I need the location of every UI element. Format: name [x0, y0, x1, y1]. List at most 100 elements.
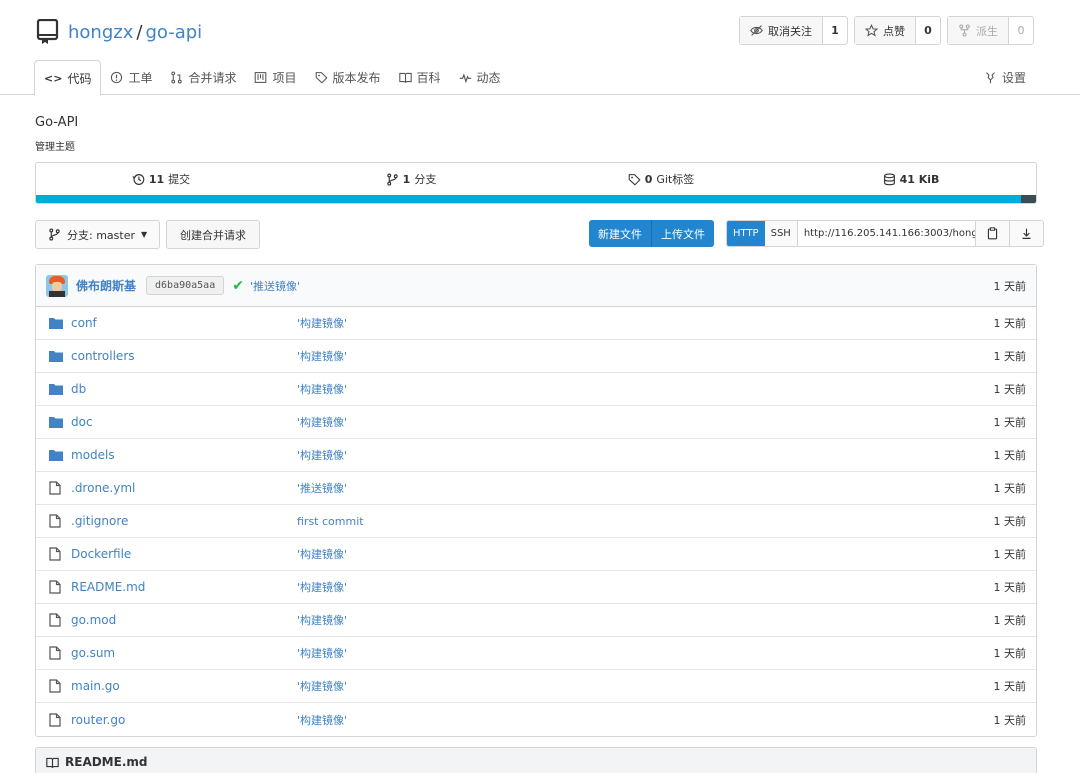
manage-topics-link[interactable]: 管理主题 — [35, 138, 75, 153]
tab-pull-requests[interactable]: 合并请求 — [161, 60, 245, 95]
tab-wiki[interactable]: 百科 — [390, 60, 450, 95]
folder-icon — [49, 382, 63, 396]
file-commit-message-link[interactable]: '构建镜像' — [297, 315, 347, 331]
tab-projects-label: 项目 — [272, 71, 297, 85]
code-icon: <> — [44, 71, 63, 85]
book-icon — [46, 757, 59, 768]
tab-issues[interactable]: 工单 — [101, 60, 161, 95]
repo-header: hongzx / go-api 取消关注 1 点赞 0 派生 0 <> 代码 工… — [0, 0, 1080, 96]
repo-size: 41 KiB — [899, 172, 940, 186]
caret-down-icon: ▼ — [141, 230, 148, 239]
language-dockerfile-segment[interactable] — [1021, 195, 1036, 203]
commit-author-link[interactable]: 佛布朗斯基 — [76, 277, 136, 294]
file-age: 1 天前 — [993, 482, 1027, 495]
file-name-link[interactable]: router.go — [71, 713, 297, 727]
file-name-link[interactable]: .gitignore — [71, 514, 297, 528]
file-commit-message-link[interactable]: '构建镜像' — [297, 645, 347, 661]
file-name-link[interactable]: go.sum — [71, 646, 297, 660]
file-age: 1 天前 — [993, 515, 1027, 528]
ssh-clone-button[interactable]: SSH — [764, 221, 798, 246]
upload-file-button[interactable]: 上传文件 — [651, 220, 714, 247]
tab-releases[interactable]: 版本发布 — [306, 60, 390, 95]
file-icon — [49, 547, 63, 561]
tab-activity[interactable]: 动态 — [450, 60, 510, 95]
tools-icon — [986, 72, 995, 84]
file-commit-message-link[interactable]: '构建镜像' — [297, 579, 347, 595]
file-name-link[interactable]: conf — [71, 316, 297, 330]
file-row: .gitignore first commit 1 天前 — [36, 505, 1036, 538]
file-icon — [49, 481, 63, 495]
branch-dropdown[interactable]: 分支: master ▼ — [35, 220, 161, 249]
file-commit-message-link[interactable]: '构建镜像' — [297, 348, 347, 364]
new-file-button[interactable]: 新建文件 — [589, 220, 651, 247]
file-commit-message-link[interactable]: '构建镜像' — [297, 678, 347, 694]
commit-sha-button[interactable]: d6ba90a5aa — [146, 276, 225, 295]
file-age: 1 天前 — [993, 548, 1027, 561]
file-commit-message-link[interactable]: '构建镜像' — [297, 414, 347, 430]
file-name-link[interactable]: .drone.yml — [71, 481, 297, 495]
commits-count: 11 — [148, 172, 165, 186]
repo-owner-link[interactable]: hongzx — [68, 22, 133, 43]
tab-activity-label: 动态 — [476, 71, 501, 85]
star-count[interactable]: 0 — [916, 17, 940, 44]
file-row: go.sum '构建镜像' 1 天前 — [36, 637, 1036, 670]
avatar[interactable] — [46, 274, 68, 297]
new-pull-request-button[interactable]: 创建合并请求 — [166, 220, 260, 249]
file-commit-message-link[interactable]: '构建镜像' — [297, 546, 347, 562]
clipboard-icon — [987, 227, 997, 240]
commit-message-link[interactable]: '推送镜像' — [250, 278, 300, 294]
file-name-link[interactable]: doc — [71, 415, 297, 429]
file-commit-message-link[interactable]: '推送镜像' — [297, 480, 347, 496]
file-name-link[interactable]: controllers — [71, 349, 297, 363]
file-commit-message-link[interactable]: first commit — [297, 515, 364, 528]
file-name-link[interactable]: go.mod — [71, 613, 297, 627]
branches-label: 分支 — [414, 173, 437, 186]
download-icon — [1022, 228, 1031, 239]
file-age: 1 天前 — [993, 317, 1027, 330]
file-name-link[interactable]: README.md — [71, 580, 297, 594]
http-clone-button[interactable]: HTTP — [727, 221, 765, 246]
watch-button[interactable]: 取消关注 1 — [739, 16, 848, 45]
branch-icon — [49, 228, 60, 241]
tab-wiki-label: 百科 — [416, 71, 441, 85]
folder-icon — [49, 316, 63, 330]
file-table: 佛布朗斯基 d6ba90a5aa ✔ '推送镜像' 1 天前 conf '构建镜像… — [35, 264, 1037, 737]
repo-stats: 11 提交 1 分支 0 Git标签 41 KiB — [35, 162, 1037, 204]
language-go-segment[interactable] — [36, 195, 1021, 203]
file-name-link[interactable]: db — [71, 382, 297, 396]
tab-projects[interactable]: 项目 — [245, 60, 305, 95]
file-row: main.go '构建镜像' 1 天前 — [36, 670, 1036, 703]
file-name-link[interactable]: models — [71, 448, 297, 462]
branches-stat[interactable]: 1 分支 — [286, 171, 536, 187]
file-buttons: 新建文件 上传文件 — [589, 220, 714, 247]
star-icon — [865, 24, 878, 37]
clone-url-input[interactable]: http://116.205.141.166:3003/hongzx/go-ap… — [798, 221, 975, 246]
watch-count[interactable]: 1 — [823, 17, 847, 44]
tab-settings[interactable]: 设置 — [984, 60, 1026, 95]
file-row: controllers '构建镜像' 1 天前 — [36, 340, 1036, 373]
repo-name-link[interactable]: go-api — [145, 22, 202, 43]
issue-icon — [111, 71, 123, 84]
file-name-link[interactable]: Dockerfile — [71, 547, 297, 561]
commits-label: 提交 — [168, 173, 191, 186]
repo-title: hongzx / go-api — [36, 18, 202, 46]
star-button[interactable]: 点赞 0 — [854, 16, 941, 45]
fork-count[interactable]: 0 — [1009, 17, 1033, 44]
file-name-link[interactable]: main.go — [71, 679, 297, 693]
tag-icon — [628, 173, 641, 186]
fork-button[interactable]: 派生 0 — [947, 16, 1034, 45]
tags-count: 0 — [644, 172, 653, 186]
file-commit-message-link[interactable]: '构建镜像' — [297, 447, 347, 463]
file-commit-message-link[interactable]: '构建镜像' — [297, 381, 347, 397]
language-bar[interactable] — [36, 195, 1036, 203]
tags-stat[interactable]: 0 Git标签 — [536, 171, 786, 187]
tab-code[interactable]: <> 代码 — [34, 60, 102, 96]
copy-url-button[interactable] — [974, 221, 1009, 246]
commits-stat[interactable]: 11 提交 — [36, 171, 286, 187]
file-commit-message-link[interactable]: '构建镜像' — [297, 612, 347, 628]
repo-actions: 取消关注 1 点赞 0 派生 0 — [739, 16, 1034, 45]
database-icon — [883, 172, 895, 185]
size-stat: 41 KiB — [786, 173, 1036, 186]
download-button[interactable] — [1008, 221, 1043, 246]
file-commit-message-link[interactable]: '构建镜像' — [297, 712, 347, 728]
